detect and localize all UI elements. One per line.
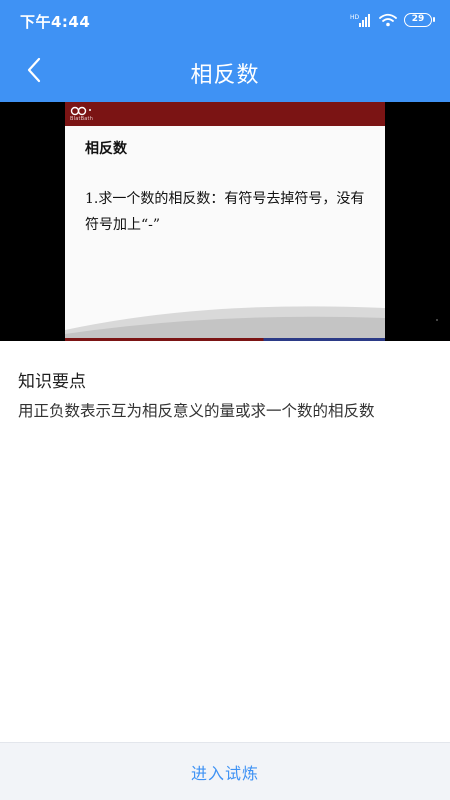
slide-footer-bar [65,338,385,341]
battery-level: 29 [411,14,425,24]
knowledge-description: 用正负数表示互为相反意义的量或求一个数的相反数 [18,402,375,420]
battery-icon: 29 [404,13,435,27]
knowledge-title: 知识要点 [18,372,86,392]
slide-body: 1.求一个数的相反数：有符号去掉符号，没有符号加上“-” [85,191,365,233]
slide-header-bar: BlatBath [65,102,385,126]
status-bar: 下午4:44 HD 29 [0,0,450,38]
wifi-icon [379,13,397,27]
footer-bar: 进入试炼 [0,742,450,800]
video-artifact [436,319,438,321]
start-practice-button[interactable]: 进入试炼 [161,752,289,792]
signal-icon: HD [350,14,370,27]
slide-swoosh [65,306,385,338]
page-title: 相反数 [190,63,260,88]
navigation-bar: 相反数 [0,38,450,102]
video-player[interactable]: BlatBath 相反数 1.求一个数的相反数：有符号去掉符号，没有符号加上“-… [0,102,450,341]
status-icons: HD 29 [350,11,435,29]
status-time: 下午4:44 [20,13,91,31]
app-header: 下午4:44 HD 29 相反数 [0,0,450,102]
slide-heading: 相反数 [85,141,127,157]
svg-text:HD: HD [350,14,360,21]
lesson-slide: BlatBath 相反数 1.求一个数的相反数：有符号去掉符号，没有符号加上“-… [65,102,385,341]
slide-logo-text: BlatBath [70,116,94,122]
